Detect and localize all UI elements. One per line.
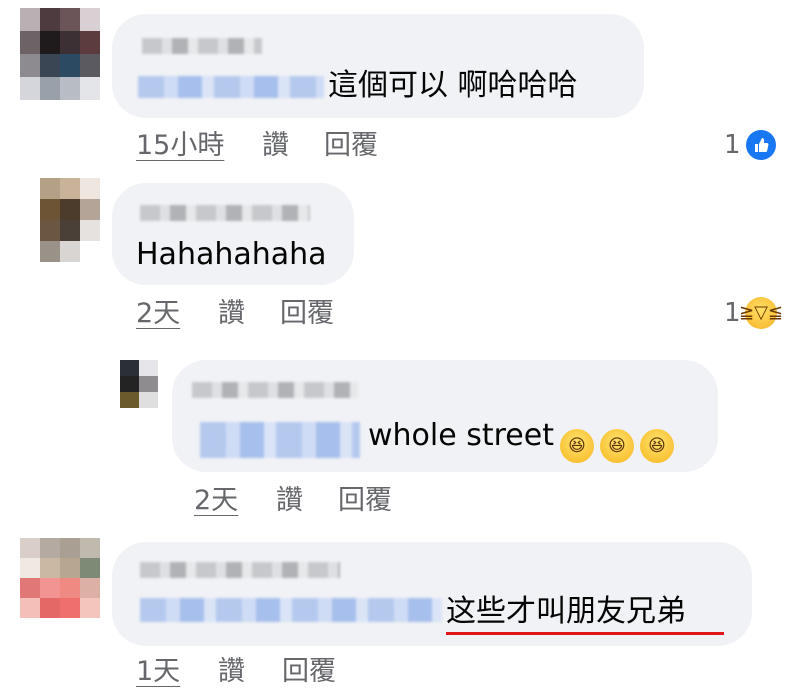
commenter-avatar[interactable] (20, 538, 100, 618)
comment-text-content: whole street (368, 418, 554, 453)
like-button[interactable]: 讚 (262, 130, 289, 162)
laughing-reaction-icon[interactable]: ≧▽≦ (739, 297, 783, 329)
mention-tag-blurred[interactable] (140, 598, 442, 622)
comment-timestamp[interactable]: 15小時 (136, 130, 224, 162)
comment-bubble: 這個可以 啊哈哈哈 (112, 14, 644, 118)
reply-button[interactable]: 回覆 (280, 298, 334, 330)
comment-text: whole street 😆 😆 😆 (368, 418, 674, 463)
mention-tag-blurred[interactable] (138, 76, 324, 98)
commenter-name-blurred[interactable] (140, 562, 340, 578)
like-button[interactable]: 讚 (218, 298, 245, 330)
commenter-name-blurred[interactable] (142, 38, 262, 54)
red-underline-annotation (446, 632, 724, 635)
reply-button[interactable]: 回覆 (282, 656, 336, 688)
comment-timestamp[interactable]: 2天 (136, 298, 180, 330)
comment-bubble: whole street 😆 😆 😆 (172, 360, 718, 472)
laughing-emoji-icon: 😆 (639, 429, 674, 463)
like-button[interactable]: 讚 (276, 485, 303, 517)
like-button[interactable]: 讚 (218, 656, 245, 688)
comment-timestamp[interactable]: 2天 (194, 485, 238, 517)
comment-bubble: 这些才叫朋友兄弟 (112, 542, 752, 646)
comment-timestamp[interactable]: 1天 (136, 656, 180, 688)
mention-tag-blurred[interactable] (200, 422, 360, 458)
reply-button[interactable]: 回覆 (338, 485, 392, 517)
comment-text: Hahahahaha (136, 237, 327, 272)
thumbs-up-icon (755, 138, 769, 152)
commenter-avatar[interactable] (40, 178, 100, 262)
comment-bubble: Hahahahaha (112, 183, 354, 285)
like-reaction-icon[interactable] (746, 130, 776, 160)
comment-text-highlighted: 这些才叫朋友兄弟 (446, 594, 686, 629)
laughing-emoji-icon: 😆 (599, 429, 634, 463)
commenter-avatar[interactable] (20, 8, 100, 100)
laughing-emoji-icon: 😆 (559, 429, 594, 463)
commenter-avatar[interactable] (120, 360, 158, 408)
reaction-count[interactable]: 1 (724, 130, 741, 160)
commenter-name-blurred[interactable] (140, 205, 310, 221)
commenter-name-blurred[interactable] (192, 382, 358, 398)
reply-button[interactable]: 回覆 (324, 130, 378, 162)
comment-text: 這個可以 啊哈哈哈 (328, 68, 578, 103)
